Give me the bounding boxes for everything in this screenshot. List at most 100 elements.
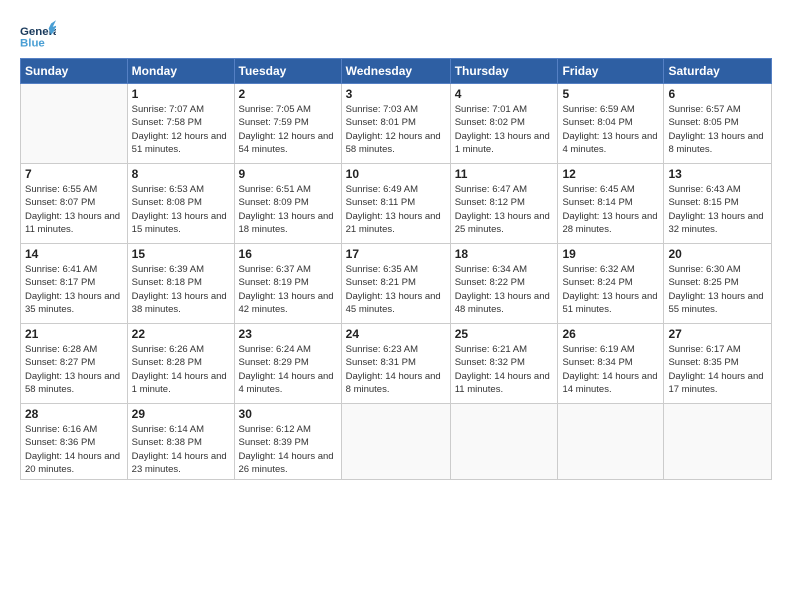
day-number: 9 [239, 167, 337, 181]
day-number: 13 [668, 167, 767, 181]
calendar-header-wednesday: Wednesday [341, 59, 450, 84]
calendar-cell: 2 Sunrise: 7:05 AMSunset: 7:59 PMDaylight… [234, 84, 341, 164]
day-number: 25 [455, 327, 554, 341]
calendar-cell: 25 Sunrise: 6:21 AMSunset: 8:32 PMDayligh… [450, 324, 558, 404]
calendar-cell: 27 Sunrise: 6:17 AMSunset: 8:35 PMDayligh… [664, 324, 772, 404]
day-info: Sunrise: 6:30 AMSunset: 8:25 PMDaylight:… [668, 263, 767, 316]
calendar-week-4: 21 Sunrise: 6:28 AMSunset: 8:27 PMDayligh… [21, 324, 772, 404]
day-number: 6 [668, 87, 767, 101]
day-number: 2 [239, 87, 337, 101]
calendar-header-saturday: Saturday [664, 59, 772, 84]
day-number: 23 [239, 327, 337, 341]
calendar-header-monday: Monday [127, 59, 234, 84]
calendar-cell: 21 Sunrise: 6:28 AMSunset: 8:27 PMDayligh… [21, 324, 128, 404]
calendar-week-5: 28 Sunrise: 6:16 AMSunset: 8:36 PMDayligh… [21, 404, 772, 480]
calendar-cell [341, 404, 450, 480]
calendar-cell: 5 Sunrise: 6:59 AMSunset: 8:04 PMDaylight… [558, 84, 664, 164]
calendar-cell [664, 404, 772, 480]
logo: General Blue [20, 20, 56, 50]
day-info: Sunrise: 6:34 AMSunset: 8:22 PMDaylight:… [455, 263, 554, 316]
day-info: Sunrise: 6:28 AMSunset: 8:27 PMDaylight:… [25, 343, 123, 396]
day-info: Sunrise: 6:59 AMSunset: 8:04 PMDaylight:… [562, 103, 659, 156]
day-number: 3 [346, 87, 446, 101]
calendar-cell: 17Sunrise: 6:35 AMSunset: 8:21 PMDayligh… [341, 244, 450, 324]
calendar-cell: 7 Sunrise: 6:55 AMSunset: 8:07 PMDaylight… [21, 164, 128, 244]
calendar-week-3: 14 Sunrise: 6:41 AMSunset: 8:17 PMDayligh… [21, 244, 772, 324]
logo-icon: General Blue [20, 20, 56, 50]
calendar-cell: 4 Sunrise: 7:01 AMSunset: 8:02 PMDaylight… [450, 84, 558, 164]
day-info: Sunrise: 6:41 AMSunset: 8:17 PMDaylight:… [25, 263, 123, 316]
day-number: 27 [668, 327, 767, 341]
calendar-cell: 20 Sunrise: 6:30 AMSunset: 8:25 PMDayligh… [664, 244, 772, 324]
calendar-cell: 13 Sunrise: 6:43 AMSunset: 8:15 PMDayligh… [664, 164, 772, 244]
day-number: 11 [455, 167, 554, 181]
day-number: 8 [132, 167, 230, 181]
calendar-cell: 3 Sunrise: 7:03 AMSunset: 8:01 PMDaylight… [341, 84, 450, 164]
day-info: Sunrise: 7:05 AMSunset: 7:59 PMDaylight:… [239, 103, 337, 156]
day-number: 5 [562, 87, 659, 101]
calendar-cell: 26 Sunrise: 6:19 AMSunset: 8:34 PMDayligh… [558, 324, 664, 404]
day-info: Sunrise: 6:12 AMSunset: 8:39 PMDaylight:… [239, 423, 337, 476]
header: General Blue [20, 20, 772, 50]
day-info: Sunrise: 6:21 AMSunset: 8:32 PMDaylight:… [455, 343, 554, 396]
calendar-cell: 14 Sunrise: 6:41 AMSunset: 8:17 PMDayligh… [21, 244, 128, 324]
day-info: Sunrise: 6:47 AMSunset: 8:12 PMDaylight:… [455, 183, 554, 236]
calendar: SundayMondayTuesdayWednesdayThursdayFrid… [20, 58, 772, 480]
day-number: 29 [132, 407, 230, 421]
day-info: Sunrise: 6:14 AMSunset: 8:38 PMDaylight:… [132, 423, 230, 476]
day-info: Sunrise: 6:39 AMSunset: 8:18 PMDaylight:… [132, 263, 230, 316]
calendar-header-friday: Friday [558, 59, 664, 84]
day-number: 30 [239, 407, 337, 421]
calendar-header-thursday: Thursday [450, 59, 558, 84]
calendar-header-row: SundayMondayTuesdayWednesdayThursdayFrid… [21, 59, 772, 84]
day-number: 15 [132, 247, 230, 261]
day-number: 10 [346, 167, 446, 181]
day-info: Sunrise: 6:55 AMSunset: 8:07 PMDaylight:… [25, 183, 123, 236]
day-info: Sunrise: 6:17 AMSunset: 8:35 PMDaylight:… [668, 343, 767, 396]
day-number: 7 [25, 167, 123, 181]
page: General Blue SundayMondayTuesdayWednesda… [0, 0, 792, 612]
day-number: 21 [25, 327, 123, 341]
calendar-cell: 1 Sunrise: 7:07 AMSunset: 7:58 PMDaylight… [127, 84, 234, 164]
day-info: Sunrise: 6:57 AMSunset: 8:05 PMDaylight:… [668, 103, 767, 156]
day-number: 17 [346, 247, 446, 261]
svg-text:Blue: Blue [20, 37, 45, 49]
calendar-cell: 11 Sunrise: 6:47 AMSunset: 8:12 PMDayligh… [450, 164, 558, 244]
calendar-cell: 15 Sunrise: 6:39 AMSunset: 8:18 PMDayligh… [127, 244, 234, 324]
day-number: 1 [132, 87, 230, 101]
day-info: Sunrise: 6:37 AMSunset: 8:19 PMDaylight:… [239, 263, 337, 316]
calendar-cell: 18 Sunrise: 6:34 AMSunset: 8:22 PMDayligh… [450, 244, 558, 324]
calendar-cell: 19 Sunrise: 6:32 AMSunset: 8:24 PMDayligh… [558, 244, 664, 324]
day-number: 14 [25, 247, 123, 261]
day-number: 24 [346, 327, 446, 341]
day-number: 16 [239, 247, 337, 261]
day-number: 4 [455, 87, 554, 101]
calendar-cell: 29 Sunrise: 6:14 AMSunset: 8:38 PMDayligh… [127, 404, 234, 480]
day-number: 19 [562, 247, 659, 261]
day-info: Sunrise: 7:01 AMSunset: 8:02 PMDaylight:… [455, 103, 554, 156]
calendar-cell: 23Sunrise: 6:24 AMSunset: 8:29 PMDayligh… [234, 324, 341, 404]
day-info: Sunrise: 6:43 AMSunset: 8:15 PMDaylight:… [668, 183, 767, 236]
calendar-cell: 24 Sunrise: 6:23 AMSunset: 8:31 PMDayligh… [341, 324, 450, 404]
calendar-cell [450, 404, 558, 480]
calendar-cell: 10Sunrise: 6:49 AMSunset: 8:11 PMDayligh… [341, 164, 450, 244]
calendar-cell: 22 Sunrise: 6:26 AMSunset: 8:28 PMDayligh… [127, 324, 234, 404]
calendar-cell: 28 Sunrise: 6:16 AMSunset: 8:36 PMDayligh… [21, 404, 128, 480]
day-info: Sunrise: 7:03 AMSunset: 8:01 PMDaylight:… [346, 103, 446, 156]
day-info: Sunrise: 7:07 AMSunset: 7:58 PMDaylight:… [132, 103, 230, 156]
calendar-header-tuesday: Tuesday [234, 59, 341, 84]
day-info: Sunrise: 6:16 AMSunset: 8:36 PMDaylight:… [25, 423, 123, 476]
day-info: Sunrise: 6:23 AMSunset: 8:31 PMDaylight:… [346, 343, 446, 396]
day-number: 18 [455, 247, 554, 261]
day-number: 20 [668, 247, 767, 261]
day-info: Sunrise: 6:51 AMSunset: 8:09 PMDaylight:… [239, 183, 337, 236]
day-number: 22 [132, 327, 230, 341]
calendar-cell: 6 Sunrise: 6:57 AMSunset: 8:05 PMDaylight… [664, 84, 772, 164]
day-info: Sunrise: 6:32 AMSunset: 8:24 PMDaylight:… [562, 263, 659, 316]
calendar-cell: 30 Sunrise: 6:12 AMSunset: 8:39 PMDayligh… [234, 404, 341, 480]
day-number: 28 [25, 407, 123, 421]
day-info: Sunrise: 6:26 AMSunset: 8:28 PMDaylight:… [132, 343, 230, 396]
day-info: Sunrise: 6:19 AMSunset: 8:34 PMDaylight:… [562, 343, 659, 396]
day-number: 26 [562, 327, 659, 341]
calendar-cell [21, 84, 128, 164]
